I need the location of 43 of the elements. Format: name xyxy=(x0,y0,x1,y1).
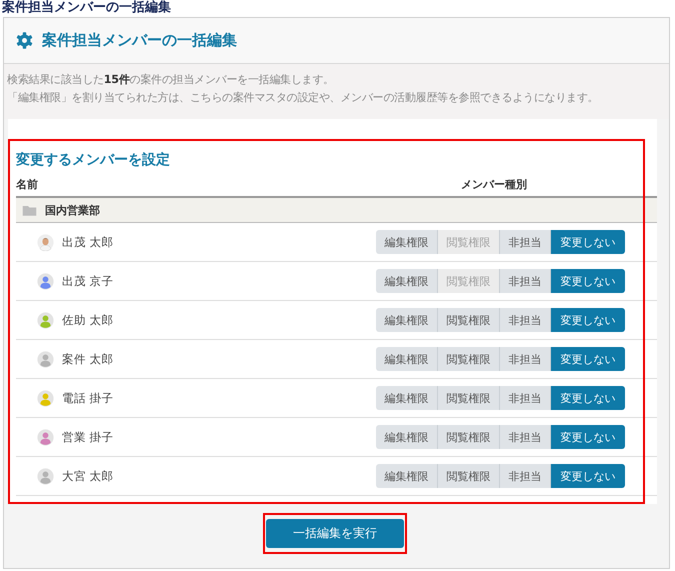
member-name: 出茂 太郎 xyxy=(62,234,115,250)
member-type-option[interactable]: 変更しない xyxy=(551,386,625,410)
member-type-option[interactable]: 閲覧権限 xyxy=(438,347,500,371)
member-name: 佐助 太郎 xyxy=(62,312,115,328)
member-name: 出茂 京子 xyxy=(62,274,115,288)
member-type-option[interactable]: 閲覧権限 xyxy=(438,464,500,488)
member-type-option[interactable]: 編集権限 xyxy=(376,230,438,254)
description-text: 検索結果に該当した15件の案件の担当メンバーを一括編集します。 xyxy=(7,72,335,88)
member-type-option[interactable]: 編集権限 xyxy=(376,269,438,293)
member-name: 大宮 太郎 xyxy=(62,468,115,484)
member-type-option[interactable]: 編集権限 xyxy=(376,347,438,371)
column-header: 名前 xyxy=(16,177,39,193)
member-type-option[interactable]: 非担当 xyxy=(500,230,551,254)
member-type-option[interactable]: 閲覧権限 xyxy=(438,308,500,332)
member-type-option[interactable]: 非担当 xyxy=(500,347,551,371)
member-type-option[interactable]: 編集権限 xyxy=(376,308,438,332)
member-type-option[interactable]: 非担当 xyxy=(500,308,551,332)
member-type-option[interactable]: 変更しない xyxy=(551,269,625,293)
column-header: メンバー種別 xyxy=(461,177,527,193)
member-type-option[interactable]: 閲覧権限 xyxy=(438,386,500,410)
section-title: 変更するメンバーを設定 xyxy=(16,151,171,170)
member-type-option[interactable]: 編集権限 xyxy=(376,425,438,449)
member-type-option[interactable]: 非担当 xyxy=(500,464,551,488)
submit-button[interactable]: 一括編集を実行 xyxy=(266,519,404,548)
avatar xyxy=(37,234,54,250)
member-type-option[interactable]: 非担当 xyxy=(500,425,551,449)
member-name: 営業 掛子 xyxy=(62,430,115,444)
member-type-option[interactable]: 変更しない xyxy=(551,308,625,332)
panel-title: 案件担当メンバーの一括編集 xyxy=(42,31,237,50)
member-type-option[interactable]: 変更しない xyxy=(551,347,625,371)
member-name: 電話 掛子 xyxy=(62,390,115,406)
member-type-option[interactable]: 編集権限 xyxy=(376,386,438,410)
member-type-option[interactable]: 変更しない xyxy=(551,464,625,488)
member-name: 案件 太郎 xyxy=(62,352,115,366)
member-type-option[interactable]: 編集権限 xyxy=(376,464,438,488)
member-type-option[interactable]: 変更しない xyxy=(551,425,625,449)
description-text: 「編集権限」を割り当てられた方は、こちらの案件マスタの設定や、メンバーの活動履歴等を参照できるようになります。 xyxy=(7,90,600,106)
member-type-option[interactable]: 変更しない xyxy=(551,230,625,254)
member-type-option[interactable]: 非担当 xyxy=(500,269,551,293)
member-type-option[interactable]: 非担当 xyxy=(500,386,551,410)
group-name: 国内営業部 xyxy=(45,202,100,218)
member-type-option[interactable]: 閲覧権限 xyxy=(438,425,500,449)
settings-icon xyxy=(15,31,34,50)
